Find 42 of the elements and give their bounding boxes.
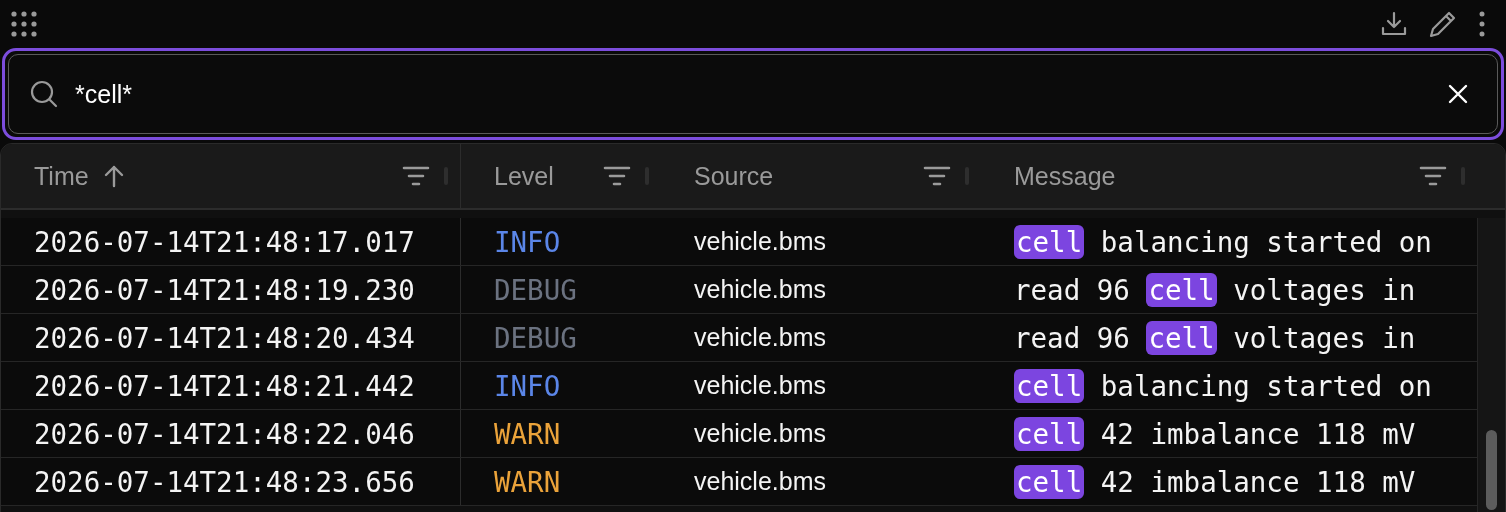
level-cell: WARN xyxy=(494,417,561,450)
source-cell: vehicle.bms xyxy=(694,467,826,496)
message-cell: read 96 cell voltages in xyxy=(1014,321,1416,354)
time-cell: 2026-07-14T21:48:21.442 xyxy=(34,369,415,402)
time-cell: 2026-07-14T21:48:19.230 xyxy=(34,273,415,306)
column-header[interactable]: Source xyxy=(694,161,774,191)
time-cell: 2026-07-14T21:48:17.017 xyxy=(34,225,415,258)
search-icon xyxy=(29,79,59,109)
column-header[interactable]: Level xyxy=(494,161,554,191)
scrollbar-thumb[interactable] xyxy=(1486,430,1497,510)
column-header[interactable]: Time xyxy=(34,161,89,191)
filter-icon[interactable] xyxy=(603,165,631,187)
source-cell: vehicle.bms xyxy=(694,419,826,448)
level-cell: WARN xyxy=(494,465,561,498)
close-icon[interactable] xyxy=(1447,83,1469,105)
download-icon[interactable] xyxy=(1380,10,1408,38)
source-cell: vehicle.bms xyxy=(694,371,826,400)
message-cell: cell balancing started on xyxy=(1014,369,1432,402)
source-cell: vehicle.bms xyxy=(694,227,826,256)
level-cell: DEBUG xyxy=(494,321,577,354)
scrollbar[interactable] xyxy=(1477,218,1505,512)
more-icon[interactable] xyxy=(1478,11,1486,37)
search-box[interactable]: *cell* xyxy=(8,54,1498,134)
message-cell: read 96 cell voltages in xyxy=(1014,273,1416,306)
filter-icon[interactable] xyxy=(1419,165,1447,187)
grid-icon[interactable] xyxy=(11,11,37,37)
source-cell: vehicle.bms xyxy=(694,323,826,352)
column-header[interactable]: Message xyxy=(1014,161,1116,191)
filter-icon[interactable] xyxy=(923,165,951,187)
message-cell: cell 42 imbalance 118 mV xyxy=(1014,465,1416,498)
time-cell: 2026-07-14T21:48:23.656 xyxy=(34,465,415,498)
message-cell: cell 42 imbalance 118 mV xyxy=(1014,417,1416,450)
time-cell: 2026-07-14T21:48:20.434 xyxy=(34,321,415,354)
level-cell: INFO xyxy=(494,369,561,402)
level-cell: DEBUG xyxy=(494,273,577,306)
source-cell: vehicle.bms xyxy=(694,275,826,304)
time-cell: 2026-07-14T21:48:22.046 xyxy=(34,417,415,450)
sort-arrow-icon[interactable] xyxy=(102,164,125,188)
level-cell: INFO xyxy=(494,225,561,258)
message-cell: cell balancing started on xyxy=(1014,225,1432,258)
pencil-icon[interactable] xyxy=(1428,9,1458,39)
filter-icon[interactable] xyxy=(402,165,430,187)
